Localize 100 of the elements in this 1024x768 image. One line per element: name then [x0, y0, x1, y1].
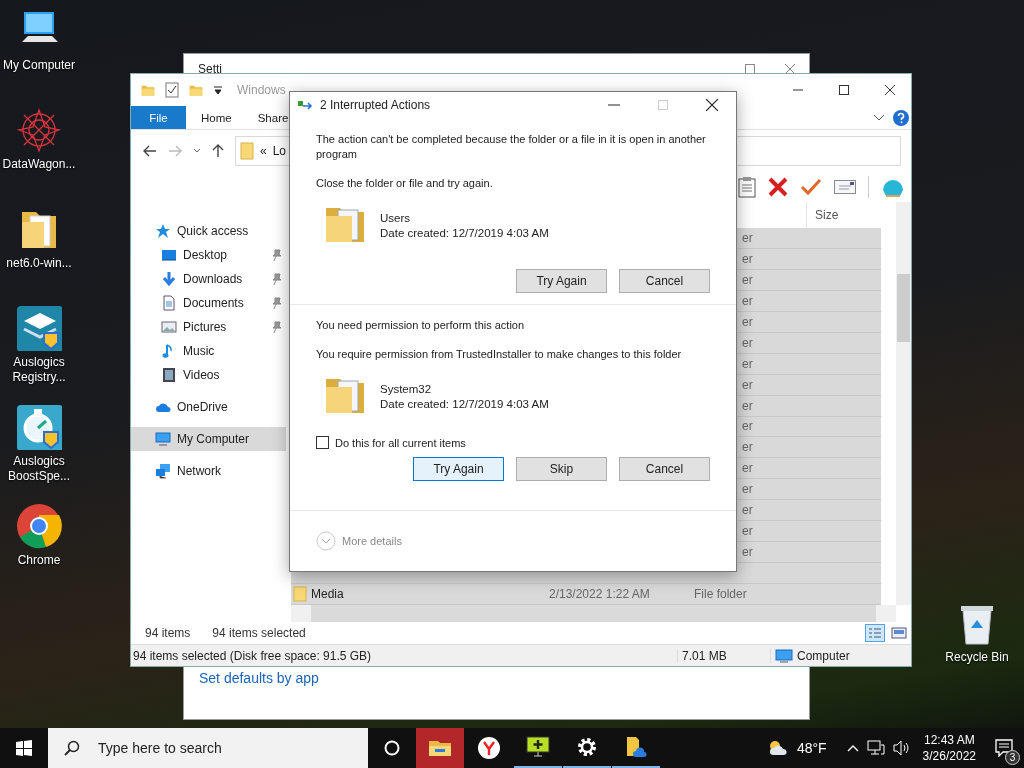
folder-icon: [240, 142, 254, 160]
envelope-icon[interactable]: [834, 180, 856, 194]
close-icon[interactable]: [885, 85, 895, 95]
nav-item[interactable]: Quick access: [131, 219, 286, 243]
document-icon: [161, 295, 177, 311]
icon-label: Recycle Bin: [944, 650, 1010, 665]
pin-icon[interactable]: [272, 321, 282, 333]
help-icon[interactable]: [893, 109, 909, 126]
file-type: er: [742, 314, 753, 329]
column-header[interactable]: Size: [806, 202, 893, 228]
breadcrumb-chevron[interactable]: «: [260, 144, 267, 158]
file-type: er: [742, 251, 753, 266]
network-icon: [155, 463, 171, 479]
temperature[interactable]: 48°F: [796, 740, 827, 756]
icon-label: My Computer: [2, 58, 76, 73]
file-type: er: [742, 293, 753, 308]
dropdown-icon[interactable]: [213, 85, 223, 95]
search-field[interactable]: Type here to search: [48, 728, 368, 768]
window-title: 2 Interrupted Actions: [320, 98, 432, 113]
file-row[interactable]: Media 2/13/2022 1:22 AM File folder: [291, 584, 881, 605]
dialog-button[interactable]: Cancel: [619, 268, 710, 293]
nav-item[interactable]: OneDrive: [131, 395, 286, 419]
file-transfer-icon: [298, 99, 314, 112]
item-count: 94 items: [145, 626, 191, 640]
ribbon-tab[interactable]: Home: [188, 106, 245, 129]
checkmark-icon[interactable]: [800, 178, 822, 196]
nav-item[interactable]: Music: [131, 339, 286, 363]
dialog-button[interactable]: Try Again: [516, 268, 607, 293]
chevron-down-icon[interactable]: [873, 113, 885, 122]
picture-icon: [161, 319, 177, 335]
settings-icon[interactable]: [575, 735, 599, 759]
status-text: 7.01 MB: [678, 648, 771, 663]
nav-item[interactable]: Downloads: [131, 267, 286, 291]
clipboard-icon[interactable]: [738, 176, 756, 198]
link[interactable]: Set defaults by app: [199, 670, 319, 686]
instruction-text: Close the folder or file and try again.: [316, 175, 494, 191]
browser-icon[interactable]: [477, 736, 501, 760]
network-icon[interactable]: [866, 740, 885, 756]
file-type: er: [742, 398, 753, 413]
stopwatch-icon[interactable]: [16, 404, 62, 450]
checkbox[interactable]: [316, 436, 329, 450]
file-type: er: [742, 440, 753, 455]
selection-count: 94 items selected: [212, 626, 306, 640]
download-arrow-icon: [161, 271, 177, 287]
file-type: er: [742, 377, 753, 392]
pin-icon[interactable]: [272, 249, 282, 261]
chevron-up-icon[interactable]: [846, 744, 859, 752]
nav-item[interactable]: My Computer: [131, 427, 286, 451]
starburst-icon[interactable]: [16, 107, 62, 153]
up-arrow-icon[interactable]: [212, 144, 224, 158]
file-type: er: [742, 335, 753, 350]
nav-item[interactable]: Documents: [131, 291, 286, 315]
window-title: Windows: [237, 83, 287, 97]
properties-icon[interactable]: [165, 82, 179, 98]
icon-label: Auslogics BoostSpe...: [6, 454, 71, 484]
date-created: Date created: 12/7/2019 4:03 AM: [380, 225, 549, 241]
horizontal-scrollbar[interactable]: [291, 605, 896, 622]
nav-item[interactable]: Desktop: [131, 243, 286, 267]
dialog-button[interactable]: Try Again: [413, 457, 504, 482]
message-text: You need permission to perform this action: [316, 318, 526, 334]
nav-item[interactable]: Network: [131, 459, 286, 483]
file-type: er: [742, 272, 753, 287]
nav-item[interactable]: Videos: [131, 363, 286, 387]
breadcrumb-item[interactable]: Lo: [272, 144, 287, 158]
preview-view-icon[interactable]: [891, 626, 907, 640]
chrome-icon[interactable]: [16, 503, 62, 549]
ribbon-tab[interactable]: File: [131, 106, 186, 129]
more-details-link[interactable]: More details: [342, 535, 402, 547]
desktop-icon: [161, 247, 177, 263]
cortana-icon[interactable]: [384, 740, 400, 756]
pin-icon[interactable]: [272, 297, 282, 309]
search-icon: [64, 740, 80, 756]
film-icon: [161, 367, 177, 383]
checkbox-label: Do this for all current items: [335, 436, 466, 449]
volume-icon[interactable]: [892, 740, 911, 756]
file-type: er: [742, 482, 753, 497]
maximize-icon: [658, 100, 668, 111]
delete-icon[interactable]: [768, 177, 788, 197]
chevron-down-icon[interactable]: [193, 148, 201, 154]
icon-label: Auslogics Registry...: [11, 355, 67, 385]
folder-cloud-icon[interactable]: [624, 735, 648, 759]
maximize-icon[interactable]: [839, 85, 849, 95]
clock[interactable]: 12:43 AM 3/26/2022: [922, 732, 976, 764]
pin-icon[interactable]: [272, 273, 282, 285]
icon-label: DataWagon...: [1, 157, 77, 172]
date-modified: 2/13/2022 1:22 AM: [549, 587, 651, 602]
status-text: Computer: [797, 648, 850, 663]
back-arrow-icon[interactable]: [143, 145, 157, 157]
dialog-button[interactable]: Cancel: [619, 457, 710, 482]
vertical-scrollbar[interactable]: [896, 202, 911, 605]
window-title: Setti: [198, 62, 223, 76]
instruction-text: You require permission from TrustedInstaller to make changes to this folder: [316, 347, 683, 363]
computer-icon: [775, 648, 793, 663]
close-icon[interactable]: [706, 99, 718, 112]
monitor-plus-icon[interactable]: [526, 735, 550, 759]
nav-item[interactable]: Pictures: [131, 315, 286, 339]
start-icon[interactable]: [16, 740, 32, 756]
registry-cleaner-icon[interactable]: [16, 305, 62, 351]
folder-name: Users: [380, 210, 412, 226]
dialog-button[interactable]: Skip: [516, 457, 607, 482]
